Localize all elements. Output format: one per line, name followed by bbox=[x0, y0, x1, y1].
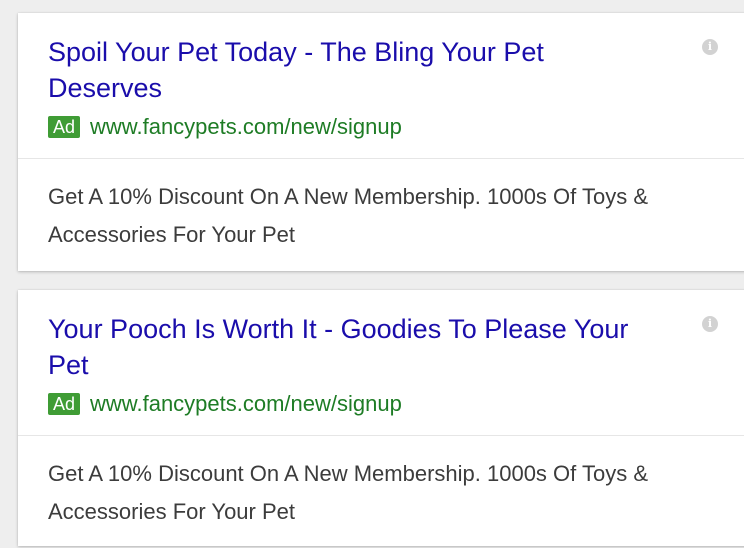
ad-card: Your Pooch Is Worth It - Goodies To Plea… bbox=[18, 290, 744, 546]
ad-badge: Ad bbox=[48, 116, 81, 138]
info-icon[interactable]: i bbox=[702, 39, 718, 55]
ad-display-url[interactable]: www.fancypets.com/new/signup bbox=[90, 390, 402, 418]
ad-url-row: Ad www.fancypets.com/new/signup bbox=[48, 390, 402, 418]
ad-header: Spoil Your Pet Today - The Bling Your Pe… bbox=[18, 13, 744, 159]
ad-title-link[interactable]: Spoil Your Pet Today - The Bling Your Pe… bbox=[48, 34, 638, 106]
ad-url-row: Ad www.fancypets.com/new/signup bbox=[48, 113, 402, 141]
ad-title-link[interactable]: Your Pooch Is Worth It - Goodies To Plea… bbox=[48, 311, 638, 383]
info-icon[interactable]: i bbox=[702, 316, 718, 332]
ad-header: Your Pooch Is Worth It - Goodies To Plea… bbox=[18, 290, 744, 436]
ad-badge: Ad bbox=[48, 393, 81, 415]
ad-display-url[interactable]: www.fancypets.com/new/signup bbox=[90, 113, 402, 141]
ad-card: Spoil Your Pet Today - The Bling Your Pe… bbox=[18, 13, 744, 271]
ad-description: Get A 10% Discount On A New Membership. … bbox=[48, 184, 649, 247]
ad-description: Get A 10% Discount On A New Membership. … bbox=[48, 461, 649, 524]
